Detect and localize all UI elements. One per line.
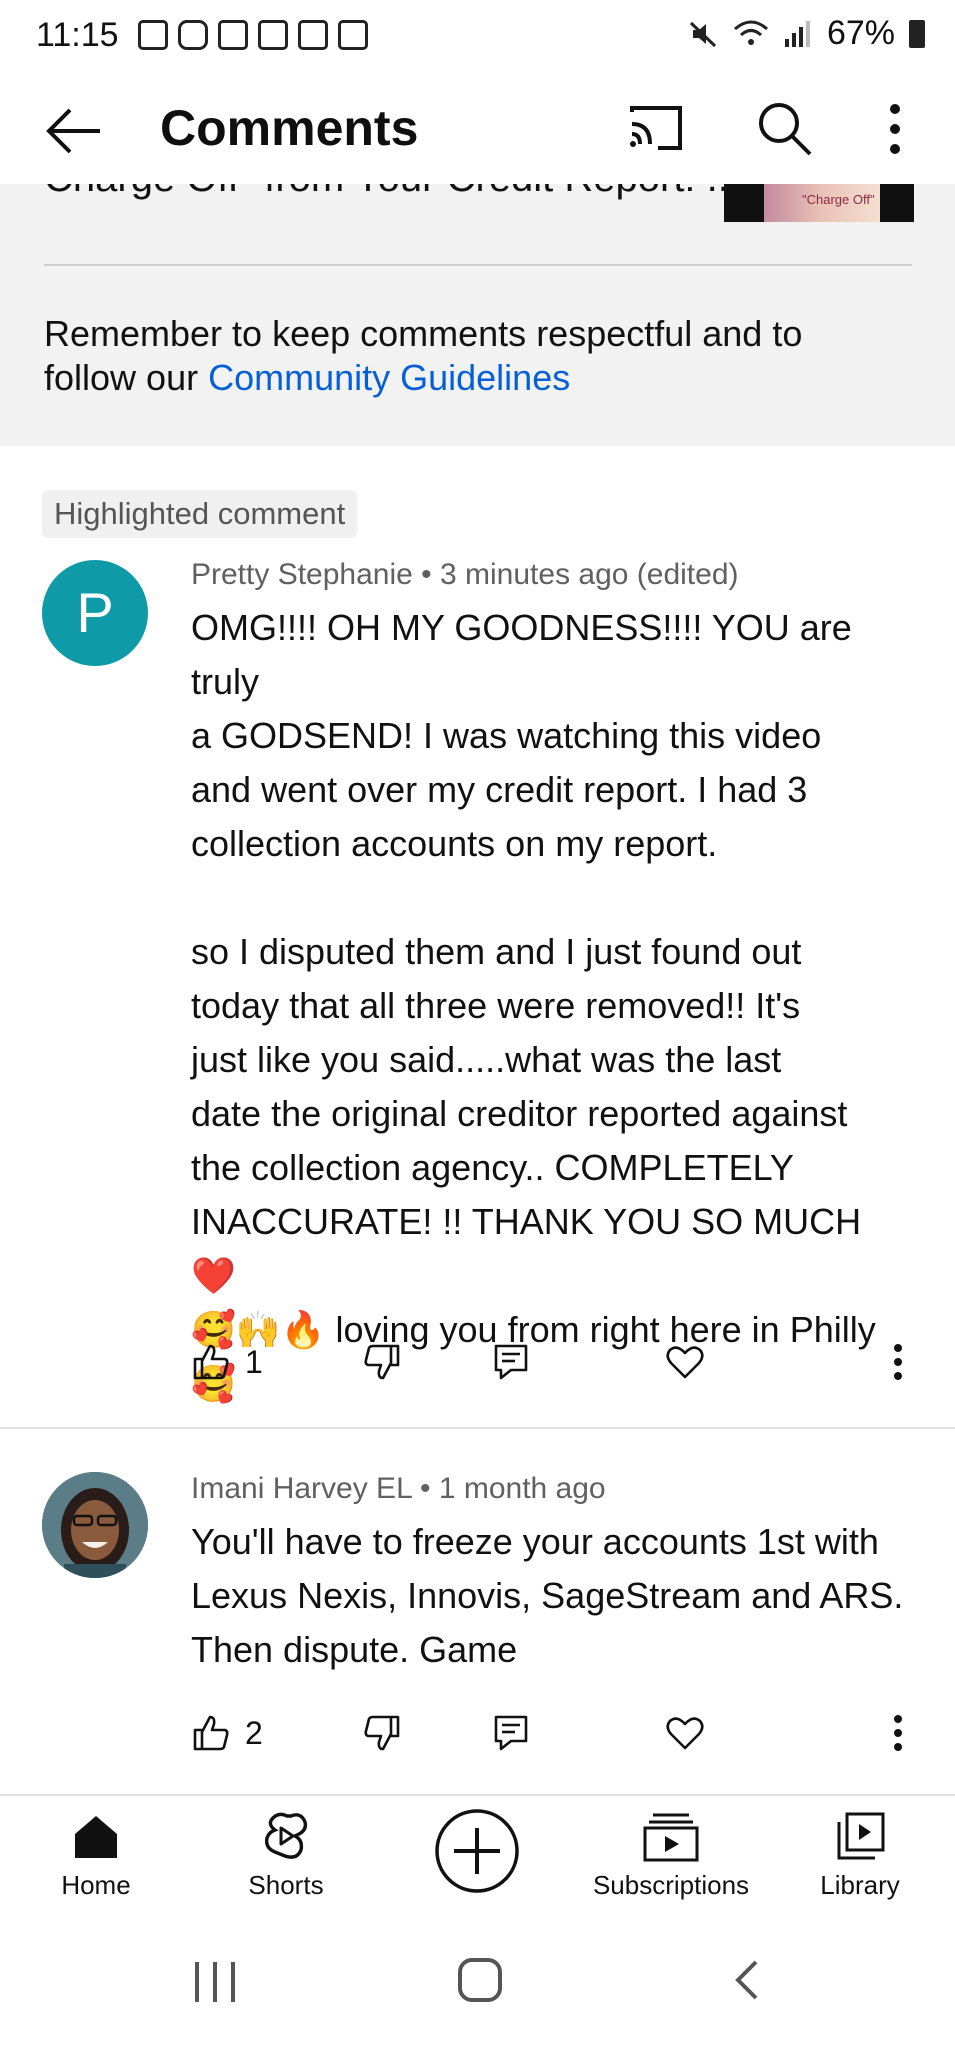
comment-author[interactable]: Imani Harvey EL — [191, 1472, 412, 1505]
signal-icon — [784, 20, 810, 47]
thumbnail-caption: "Charge Off" — [802, 192, 875, 207]
video-thumbnail[interactable]: "Charge Off" — [724, 184, 914, 222]
comment-time: 1 month ago — [438, 1472, 606, 1505]
comment-meta: Pretty Stephanie • 3 minutes ago (edited… — [191, 558, 739, 592]
nav-home-label: Home — [61, 1870, 131, 1900]
gallery-icon — [338, 20, 368, 50]
cast-button[interactable] — [626, 98, 686, 158]
comment-time: 3 minutes ago (edited) — [440, 558, 739, 591]
avatar[interactable]: P — [42, 560, 148, 666]
home-icon — [75, 1816, 117, 1858]
instagram-icon — [178, 20, 208, 50]
bottom-navigation: Home Shorts Subscriptions Library — [0, 1794, 955, 1916]
home-button-icon[interactable] — [456, 1956, 504, 2004]
app-bar: Comments — [0, 72, 955, 184]
comment-actions: 1 — [191, 1334, 911, 1390]
comment-actions: 2 — [191, 1705, 911, 1761]
comment-text: You'll have to freeze your accounts 1st … — [191, 1521, 904, 1670]
nav-shorts[interactable]: Shorts — [236, 1812, 336, 1901]
search-button[interactable] — [752, 96, 818, 162]
like-count: 1 — [245, 1343, 263, 1380]
message-icon — [258, 20, 288, 50]
nav-library[interactable]: Library — [808, 1812, 912, 1901]
dislike-button[interactable] — [362, 1705, 402, 1761]
library-icon — [837, 1812, 885, 1860]
more-vert-icon — [890, 104, 900, 154]
highlighted-comment-badge: Highlighted comment — [42, 490, 358, 538]
heart-button[interactable] — [665, 1334, 705, 1390]
shorts-icon — [264, 1812, 308, 1859]
status-right: 67% — [689, 14, 925, 53]
like-button[interactable]: 2 — [191, 1705, 263, 1761]
like-button[interactable]: 1 — [191, 1334, 263, 1390]
thumbs-down-icon — [364, 1344, 400, 1380]
meta-separator: • — [419, 1472, 439, 1505]
comment-text: OMG!!!! OH MY GOODNESS!!!! YOU are truly… — [191, 607, 876, 1404]
nav-library-label: Library — [820, 1870, 900, 1900]
mute-icon — [689, 21, 716, 47]
heart-icon — [666, 1717, 704, 1750]
status-time: 11:15 — [36, 16, 119, 54]
system-back-icon[interactable] — [728, 1958, 768, 2002]
search-icon — [759, 103, 812, 156]
message-icon-2 — [298, 20, 328, 50]
thumbs-up-icon — [193, 1344, 229, 1380]
more-vert-icon — [894, 1344, 902, 1380]
community-guidelines-link[interactable]: Community Guidelines — [208, 357, 570, 398]
community-reminder: Remember to keep comments respectful and… — [44, 312, 904, 400]
divider — [44, 264, 912, 266]
recent-apps-icon[interactable] — [190, 1960, 240, 2004]
reply-button[interactable] — [491, 1705, 531, 1761]
comment-menu-button[interactable] — [891, 1334, 905, 1390]
comment-menu-button[interactable] — [891, 1705, 905, 1761]
heart-button[interactable] — [665, 1705, 705, 1761]
heart-icon — [666, 1346, 704, 1379]
avatar[interactable] — [42, 1472, 148, 1578]
notification-icons — [138, 20, 368, 50]
page-title: Comments — [160, 100, 419, 156]
reply-button[interactable] — [491, 1334, 531, 1390]
back-button[interactable] — [40, 96, 110, 166]
cast-icon — [630, 106, 682, 150]
thumbs-up-icon — [193, 1715, 229, 1751]
battery-icon — [909, 19, 925, 48]
voicemail-icon — [218, 20, 248, 50]
comment-divider — [0, 1427, 955, 1429]
back-arrow-icon — [46, 108, 100, 154]
comment-meta: Imani Harvey EL • 1 month ago — [191, 1472, 606, 1506]
more-options-button[interactable] — [870, 96, 920, 162]
nav-create[interactable] — [430, 1806, 524, 1904]
dislike-button[interactable] — [362, 1334, 402, 1390]
meta-separator: • — [421, 558, 440, 591]
wifi-icon — [733, 20, 768, 45]
battery-percent: 67% — [826, 14, 895, 52]
thumbs-down-icon — [364, 1715, 400, 1751]
system-navigation-bar — [0, 1916, 955, 2048]
comment-author[interactable]: Pretty Stephanie — [191, 558, 413, 591]
nav-subscriptions-label: Subscriptions — [592, 1870, 750, 1900]
calendar-icon — [138, 20, 168, 50]
reply-icon — [494, 1344, 528, 1380]
more-vert-icon — [894, 1715, 902, 1751]
subscriptions-icon — [643, 1813, 699, 1862]
create-icon — [435, 1809, 519, 1893]
comments-header: Charge Off" from Your Credit Report! ...… — [0, 184, 955, 446]
like-count: 2 — [245, 1714, 263, 1751]
nav-shorts-label: Shorts — [248, 1870, 324, 1900]
nav-home[interactable]: Home — [46, 1812, 146, 1901]
nav-subscriptions[interactable]: Subscriptions — [576, 1812, 766, 1901]
reply-icon — [494, 1715, 528, 1751]
profile-photo-icon — [42, 1472, 148, 1578]
video-title[interactable]: Charge Off" from Your Credit Report! ... — [44, 184, 740, 201]
status-bar: 11:15 67% — [0, 0, 955, 72]
